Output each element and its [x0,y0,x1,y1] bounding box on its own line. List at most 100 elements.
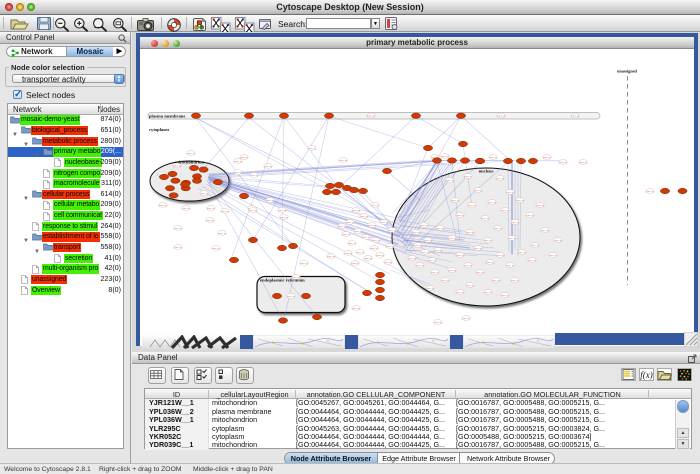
svg-text:(abc1-p): (abc1-p) [456,292,464,294]
svg-text:(abc1-p): (abc1-p) [342,234,350,236]
svg-text:(abc1-p): (abc1-p) [448,238,456,240]
svg-text:(abc1-p): (abc1-p) [354,231,362,233]
svg-text:(abc1-p): (abc1-p) [308,148,316,150]
svg-text:(abc1-p): (abc1-p) [174,247,182,249]
svg-text:(abc1-p): (abc1-p) [511,280,519,282]
svg-text:(abc1-p): (abc1-p) [543,157,551,159]
svg-text:(abc1-p): (abc1-p) [549,255,557,257]
svg-text:(abc1-p): (abc1-p) [508,238,516,240]
svg-text:(abc1-p): (abc1-p) [278,210,286,212]
svg-text:(abc1-p): (abc1-p) [474,248,482,250]
svg-text:(abc1-p): (abc1-p) [352,210,360,212]
svg-text:(abc1-p): (abc1-p) [446,180,454,182]
svg-text:(abc1-p): (abc1-p) [466,232,474,234]
svg-text:(abc1-p): (abc1-p) [388,230,396,232]
svg-text:(abc1-p): (abc1-p) [234,172,242,174]
svg-text:(abc1-p): (abc1-p) [368,225,376,227]
svg-text:(abc1-p): (abc1-p) [380,222,388,224]
svg-text:(abc1-p): (abc1-p) [571,116,579,118]
svg-text:(abc1-p): (abc1-p) [424,240,432,242]
svg-text:(abc1-p): (abc1-p) [182,208,190,210]
svg-text:(abc1-p): (abc1-p) [360,216,368,218]
svg-text:(abc1-p): (abc1-p) [456,215,464,217]
svg-text:(abc1-p): (abc1-p) [362,237,370,239]
svg-text:(abc1-p): (abc1-p) [221,211,229,213]
svg-text:(abc1-p): (abc1-p) [426,288,434,290]
svg-text:(abc1-p): (abc1-p) [431,272,439,274]
svg-text:(abc1-p): (abc1-p) [412,232,420,234]
svg-text:(abc1-p): (abc1-p) [434,322,442,324]
svg-text:(abc1-p): (abc1-p) [554,240,562,242]
svg-text:nucleus: nucleus [479,169,494,174]
svg-text:(abc1-p): (abc1-p) [386,246,394,248]
svg-text:(abc1-p): (abc1-p) [367,116,375,118]
svg-text:(abc1-p): (abc1-p) [486,262,494,264]
svg-text:(abc1-p): (abc1-p) [292,277,300,279]
svg-text:(abc1-p): (abc1-p) [526,215,534,217]
svg-text:(abc1-p): (abc1-p) [372,240,380,242]
svg-text:(abc1-p): (abc1-p) [428,260,436,262]
svg-text:(abc1-p): (abc1-p) [488,202,496,204]
svg-text:(abc1-p): (abc1-p) [159,205,167,207]
svg-text:(abc1-p): (abc1-p) [371,205,379,207]
svg-text:(abc1-p): (abc1-p) [420,225,428,227]
svg-text:(abc1-p): (abc1-p) [346,222,354,224]
svg-text:(abc1-p): (abc1-p) [464,176,472,178]
svg-text:(abc1-p): (abc1-p) [506,265,514,267]
svg-text:(abc1-p): (abc1-p) [250,175,258,177]
svg-text:(abc1-p): (abc1-p) [200,193,208,195]
svg-text:(abc1-p): (abc1-p) [462,318,470,320]
svg-text:(abc1-p): (abc1-p) [249,210,257,212]
svg-text:(abc1-p): (abc1-p) [496,178,504,180]
svg-text:(abc1-p): (abc1-p) [352,308,360,310]
svg-text:(abc1-p): (abc1-p) [497,116,505,118]
svg-text:(abc1-p): (abc1-p) [484,292,492,294]
svg-text:(abc1-p): (abc1-p) [448,270,456,272]
svg-text:(abc1-p): (abc1-p) [484,240,492,242]
svg-text:cytoplasm: cytoplasm [149,127,169,132]
svg-text:(abc1-p): (abc1-p) [531,245,539,247]
svg-text:(abc1-p): (abc1-p) [212,248,220,250]
svg-text:(abc1-p): (abc1-p) [434,250,442,252]
svg-text:(abc1-p): (abc1-p) [421,252,429,254]
svg-text:(abc1-p): (abc1-p) [356,252,364,254]
svg-text:(abc1-p): (abc1-p) [466,285,474,287]
svg-text:(abc1-p): (abc1-p) [501,210,509,212]
svg-text:(abc1-p): (abc1-p) [451,200,459,202]
svg-text:(abc1-p): (abc1-p) [536,205,544,207]
svg-text:(abc1-p): (abc1-p) [174,228,182,230]
svg-text:(abc1-p): (abc1-p) [187,153,195,155]
svg-text:(abc1-p): (abc1-p) [264,166,272,168]
svg-text:(abc1-p): (abc1-p) [541,230,549,232]
svg-text:(abc1-p): (abc1-p) [266,200,274,202]
svg-text:(abc1-p): (abc1-p) [436,228,444,230]
svg-text:(abc1-p): (abc1-p) [516,200,524,202]
svg-text:(abc1-p): (abc1-p) [579,162,587,164]
svg-text:(abc1-p): (abc1-p) [481,218,489,220]
svg-text:(abc1-p): (abc1-p) [370,248,378,250]
svg-text:(abc1-p): (abc1-p) [441,156,449,158]
svg-text:(abc1-p): (abc1-p) [339,160,347,162]
svg-text:(abc1-p): (abc1-p) [344,253,352,255]
svg-text:(abc1-p): (abc1-p) [441,280,449,282]
svg-text:(abc1-p): (abc1-p) [416,265,424,267]
svg-text:(abc1-p): (abc1-p) [376,255,384,257]
svg-text:(abc1-p): (abc1-p) [300,263,308,265]
svg-text:(abc1-p): (abc1-p) [476,272,484,274]
svg-text:(abc1-p): (abc1-p) [207,208,215,210]
svg-text:(abc1-p): (abc1-p) [351,263,359,265]
svg-text:(abc1-p): (abc1-p) [464,265,472,267]
svg-text:(abc1-p): (abc1-p) [234,161,242,163]
svg-text:plasma membrane: plasma membrane [149,114,185,119]
svg-text:(abc1-p): (abc1-p) [511,222,519,224]
svg-text:(abc1-p): (abc1-p) [468,205,476,207]
svg-text:f(x): f(x) [640,370,653,380]
svg-text:(abc1-p): (abc1-p) [414,245,422,247]
svg-text:(abc1-p): (abc1-p) [327,256,335,258]
svg-text:(abc1-p): (abc1-p) [559,162,567,164]
svg-text:(abc1-p): (abc1-p) [501,295,509,297]
svg-text:(abc1-p): (abc1-p) [474,190,482,192]
svg-text:(abc1-p): (abc1-p) [280,217,288,219]
svg-text:(abc1-p): (abc1-p) [408,258,416,260]
svg-text:(abc1-p): (abc1-p) [338,226,346,228]
